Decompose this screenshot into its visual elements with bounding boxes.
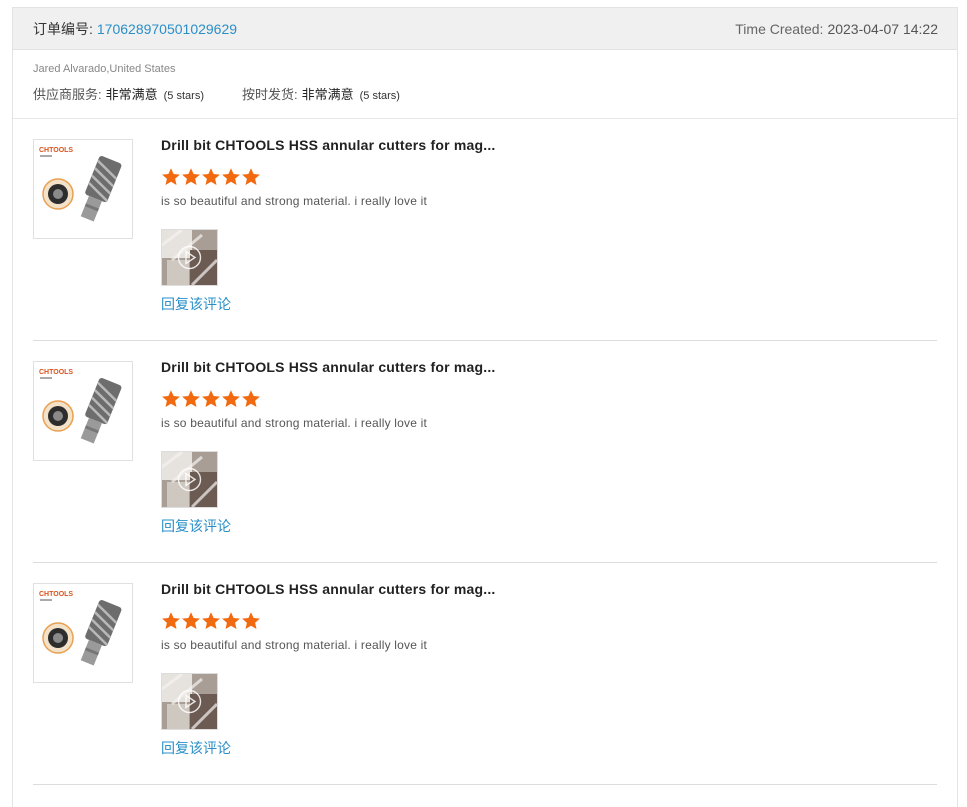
product-thumbnail[interactable]: CHTOOLS xyxy=(33,361,133,461)
product-title[interactable]: Drill bit CHTOOLS HSS annular cutters fo… xyxy=(161,581,921,601)
reply-to-review-link[interactable]: 回复该评论 xyxy=(161,516,231,536)
order-info: 订单编号: 170628970501029629 xyxy=(33,19,237,39)
seller-ratings: 供应商服务: 非常满意 (5 stars) 按时发货: 非常满意 (5 stars) xyxy=(33,84,937,103)
star-icon xyxy=(161,167,181,187)
supplier-service-label: 供应商服务: xyxy=(33,87,102,102)
order-feedback-panel: 订单编号: 170628970501029629 Time Created: 202… xyxy=(12,7,958,807)
star-icon xyxy=(241,389,261,409)
star-icon xyxy=(221,611,241,631)
brand-logo-text: CHTOOLS xyxy=(39,591,73,598)
review-star-rating xyxy=(161,167,921,187)
review-comment: is so beautiful and strong material. i r… xyxy=(161,194,428,208)
reply-to-review-link[interactable]: 回复该评论 xyxy=(161,738,231,758)
buyer-name-location: Jared Alvarado,United States xyxy=(33,63,176,75)
star-icon xyxy=(241,167,261,187)
order-header: 订单编号: 170628970501029629 Time Created: 202… xyxy=(13,8,957,50)
supplier-service-rating: 供应商服务: 非常满意 (5 stars) xyxy=(33,84,204,103)
time-created-value: 2023-04-07 14:22 xyxy=(827,20,938,37)
buyer-info: Jared Alvarado,United States 供应商服务: 非常满意(… xyxy=(13,50,957,119)
review-content: Drill bit CHTOOLS HSS annular cutters fo… xyxy=(161,359,921,536)
product-title[interactable]: Drill bit CHTOOLS HSS annular cutters fo… xyxy=(161,137,921,157)
star-icon xyxy=(181,167,201,187)
star-icon xyxy=(241,611,261,631)
review-star-rating xyxy=(161,389,921,409)
time-created-label: Time Created: xyxy=(735,20,824,37)
annular-cutter-product-image: CHTOOLS xyxy=(39,591,122,666)
review-comment: is so beautiful and strong material. i r… xyxy=(161,416,428,430)
on-time-shipping-rating: 按时发货: 非常满意 (5 stars) xyxy=(242,84,400,103)
annular-cutter-product-image: CHTOOLS xyxy=(39,369,122,444)
review-video-thumbnail[interactable] xyxy=(161,451,218,508)
on-time-shipping-label: 按时发货: xyxy=(241,87,298,102)
review-item: CHTOOLS Drill bit CHTOOLS HSS annular cu… xyxy=(33,563,937,785)
star-icon xyxy=(221,167,241,187)
review-item: CHTOOLS Drill bit CHTOOLS HSS annular cu… xyxy=(33,341,937,563)
review-item: CHTOOLS Drill bit CHTOOLS HSS annular cu… xyxy=(33,119,937,341)
review-content: Drill bit CHTOOLS HSS annular cutters fo… xyxy=(161,137,921,314)
product-title[interactable]: Drill bit CHTOOLS HSS annular cutters fo… xyxy=(161,359,921,379)
on-time-shipping-stars: (5 stars) xyxy=(359,90,400,102)
product-thumbnail[interactable]: CHTOOLS xyxy=(33,139,133,239)
supplier-service-stars: (5 stars) xyxy=(163,90,204,102)
star-icon xyxy=(181,611,201,631)
product-thumbnail[interactable]: CHTOOLS xyxy=(33,583,133,683)
supplier-service-value: 非常满意 xyxy=(105,87,158,102)
order-number-link[interactable]: 170628970501029629 xyxy=(97,21,237,37)
star-icon xyxy=(221,389,241,409)
star-icon xyxy=(201,389,221,409)
brand-logo-text: CHTOOLS xyxy=(39,147,73,154)
order-label: 订单编号: xyxy=(33,20,93,37)
review-star-rating xyxy=(161,611,921,631)
review-content: Drill bit CHTOOLS HSS annular cutters fo… xyxy=(161,581,921,758)
annular-cutter-product-image: CHTOOLS xyxy=(39,147,122,222)
star-icon xyxy=(181,389,201,409)
on-time-shipping-value: 非常满意 xyxy=(301,87,354,102)
review-video-thumbnail[interactable] xyxy=(161,673,218,730)
star-icon xyxy=(161,611,181,631)
reply-to-review-link[interactable]: 回复该评论 xyxy=(161,294,231,314)
review-comment: is so beautiful and strong material. i r… xyxy=(161,638,428,652)
star-icon xyxy=(161,389,181,409)
review-list: CHTOOLS Drill bit CHTOOLS HSS annular cu… xyxy=(13,119,957,785)
review-video-thumbnail[interactable] xyxy=(161,229,218,286)
time-created: Time Created: 2023-04-07 14:22 xyxy=(735,21,938,37)
brand-logo-text: CHTOOLS xyxy=(39,369,73,376)
star-icon xyxy=(201,167,221,187)
star-icon xyxy=(201,611,221,631)
